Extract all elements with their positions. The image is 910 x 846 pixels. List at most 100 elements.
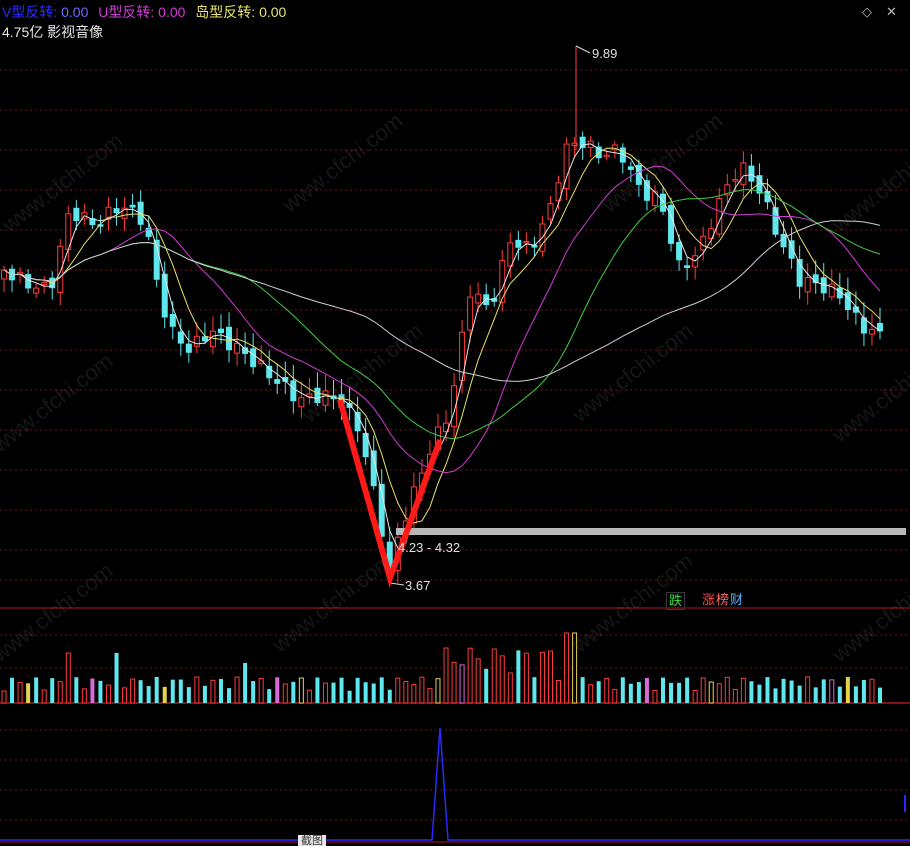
volume-bar [765,677,770,703]
volume-bar [34,677,39,703]
volume-bar [50,678,55,703]
volume-bar [740,677,746,704]
candle-body [483,294,490,306]
chart-canvas[interactable] [0,0,910,846]
candle-body [627,166,634,170]
volume-bar [41,689,47,704]
volume-bar [523,652,529,704]
close-icon[interactable]: ✕ [886,4,897,20]
volume-bar [443,647,449,704]
candle-body [201,336,208,342]
candle-body [298,397,305,408]
ma60-line [3,220,881,382]
candle-body [547,203,554,220]
candle-body [33,287,40,294]
volume-bar [10,677,15,703]
candle-body [868,328,875,335]
volume-bar [556,680,562,704]
volume-bar [781,678,786,703]
stock-subtitle: 4.75亿 影视音像 [2,24,104,40]
candle-body [113,208,120,214]
low-price-label: 3.67 [405,578,431,593]
volume-bar [685,677,690,703]
volume-bar [757,684,762,703]
volume-bar [218,678,223,703]
diamond-icon[interactable]: ◇ [862,4,872,20]
volume-bar [427,688,433,704]
candle-body [41,281,48,285]
volume-bar [708,681,714,704]
high-pointer [575,45,591,54]
candle-body [274,379,281,384]
snip-button[interactable]: 截图 [298,835,326,846]
volume-bar [154,677,159,703]
volume-bar [604,677,610,704]
volume-bar [869,678,875,704]
volume-bar [322,682,328,704]
volume-bar [74,677,79,703]
candle-body [57,245,64,293]
candle-body [169,314,176,327]
volume-bar [805,676,811,704]
volume-bar [588,684,594,704]
candle-body [314,387,321,404]
volume-bar [130,678,136,704]
signal-line [0,727,910,841]
volume-bar [459,664,465,704]
volume-bar [105,684,111,704]
support-zone-label: 4.23 - 4.32 [398,540,461,555]
volume-bar [395,677,401,704]
volume-bar [243,663,248,703]
volume-bar [491,648,497,704]
volume-bar [547,650,553,704]
volume-bar [692,689,698,704]
candle-body [475,293,482,304]
volume-bar [227,688,232,703]
ma20-line [3,165,881,474]
candle-body [322,390,329,406]
volume-bar [467,647,473,704]
volume-bar [435,678,441,704]
volume-bar [251,681,256,703]
v-reversal-value: 0.00 [61,4,89,20]
volume-bar [202,685,207,703]
volume-bar [170,679,175,703]
candle-body [161,273,168,318]
candle-body [185,343,192,353]
volume-bar [194,676,200,704]
volume-bar [90,678,95,703]
volume-bar [306,689,312,704]
candle-body [740,162,747,185]
volume-bar [580,677,585,703]
ma30-line [3,189,881,440]
candle-body [217,328,224,334]
volume-bar [644,677,649,703]
candle-body [129,204,136,208]
tag-finance[interactable]: 财 [728,592,745,608]
volume-bar [419,676,425,704]
volume-bar [516,650,521,703]
volume-bar [797,685,802,703]
volume-bar [339,677,344,703]
volume-bar [210,679,216,704]
volume-bar [186,687,191,703]
volume-bar [749,681,754,703]
ma5-line [3,143,881,549]
volume-bar [81,688,87,704]
volume-bar [146,686,151,703]
u-reversal-value: 0.00 [158,4,186,20]
volume-bar [122,687,128,704]
volume-bar [379,677,384,703]
support-zone-bar [396,528,906,535]
candle-body [780,233,787,248]
volume-bar [773,688,778,703]
volume-bar [258,677,264,704]
volume-bar [636,682,641,703]
candle-body [772,207,779,235]
fall-marker[interactable]: 跌 [666,592,686,610]
volume-bar [700,677,706,704]
volume-bar [371,683,376,703]
volume-bar [829,679,835,704]
volume-bar [661,677,666,703]
volume-bar [178,679,183,703]
